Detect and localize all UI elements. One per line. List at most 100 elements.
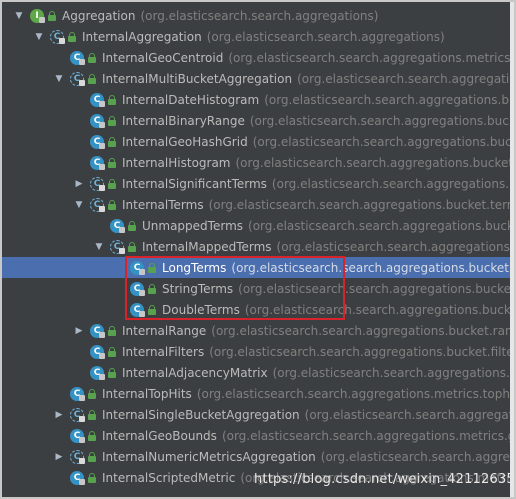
- package-name: (org.elasticsearch.search.aggregations): [206, 29, 445, 44]
- expand-arrow-down-icon[interactable]: ▼: [74, 199, 84, 211]
- expand-arrow-right-icon[interactable]: ▶: [74, 325, 84, 337]
- lock-icon: [99, 184, 105, 191]
- lock-icon: [79, 79, 85, 86]
- arrow-spacer: [54, 52, 64, 64]
- class-name: InternalAggregation: [82, 29, 202, 44]
- watermark-text: https://blog.csdn.net/weixin_42112635: [254, 472, 515, 487]
- lock-icon: [79, 436, 85, 443]
- class-name: InternalHistogram: [122, 155, 231, 170]
- tree-row[interactable]: C InternalGeoHashGrid (org.elasticsearch.s…: [0, 131, 510, 152]
- public-visibility-icon: [88, 451, 96, 462]
- expand-arrow-down-icon[interactable]: ▼: [54, 73, 64, 85]
- abstract-class-icon: C: [90, 176, 106, 192]
- abstract-class-icon: C: [70, 449, 86, 465]
- tree-row[interactable]: ▼ C InternalAggregation (org.elasticsearch.…: [0, 26, 510, 47]
- arrow-spacer: [114, 283, 124, 295]
- class-name: InternalDateHistogram: [122, 92, 260, 107]
- tree-row[interactable]: C StringTerms (org.elasticsearch.search.ag…: [0, 278, 510, 299]
- hierarchy-tree[interactable]: ▼ I Aggregation (org.elasticsearch.search.a…: [0, 0, 510, 499]
- tree-row[interactable]: ▶ C InternalSingleBucketAggregation (org.el…: [0, 404, 510, 425]
- public-visibility-icon: [88, 409, 96, 420]
- public-visibility-icon: [108, 367, 116, 378]
- expand-arrow-right-icon[interactable]: ▶: [54, 409, 64, 421]
- class-name: LongTerms: [162, 260, 227, 275]
- package-name: (org.elasticsearch.search.aggregations.b…: [231, 260, 510, 275]
- tree-row[interactable]: C InternalFilters (org.elasticsearch.searc…: [0, 341, 510, 362]
- class-name: InternalSignificantTerms: [122, 176, 267, 191]
- tree-row[interactable]: C InternalHistogram (org.elasticsearch.sea…: [0, 152, 510, 173]
- class-name: InternalMultiBucketAggregation: [102, 71, 293, 86]
- tree-row[interactable]: ▶ C InternalSignificantTerms (org.elasticse…: [0, 173, 510, 194]
- tree-row[interactable]: C InternalAdjacencyMatrix (org.elasticsear…: [0, 362, 510, 383]
- tree-row[interactable]: C InternalGeoCentroid (org.elasticsearch.s…: [0, 47, 510, 68]
- tree-row[interactable]: ▼ C InternalMappedTerms (org.elasticsearch.…: [0, 236, 510, 257]
- arrow-spacer: [114, 262, 124, 274]
- class-name: InternalSingleBucketAggregation: [102, 407, 300, 422]
- package-name: (org.elasticsearch.search.aggregations.b…: [244, 302, 510, 317]
- tree-row[interactable]: C DoubleTerms (org.elasticsearch.search.ag…: [0, 299, 510, 320]
- class-name: InternalGeoBounds: [102, 428, 217, 443]
- public-visibility-icon: [68, 31, 76, 42]
- abstract-class-icon: C: [70, 71, 86, 87]
- class-name: InternalFilters: [122, 344, 205, 359]
- lock-icon: [139, 310, 145, 317]
- public-visibility-icon: [88, 388, 96, 399]
- tree-row[interactable]: C InternalGeoBounds (org.elasticsearch.sea…: [0, 425, 510, 446]
- lock-icon: [139, 289, 145, 296]
- public-visibility-icon: [88, 73, 96, 84]
- tree-row[interactable]: C InternalDateHistogram (org.elasticsearch…: [0, 89, 510, 110]
- package-name: (org.elasticsearch.search.aggregations.m…: [228, 50, 510, 65]
- expand-arrow-right-icon[interactable]: ▶: [54, 451, 64, 463]
- tree-row[interactable]: C LongTerms (org.elasticsearch.search.aggr…: [0, 257, 510, 278]
- arrow-spacer: [54, 472, 64, 484]
- expand-arrow-down-icon[interactable]: ▼: [34, 31, 44, 43]
- class-name: InternalAdjacencyMatrix: [122, 365, 268, 380]
- package-name: (org.elasticsearch.search.aggregations.b…: [304, 407, 510, 422]
- tree-row[interactable]: ▶ C InternalRange (org.elasticsearch.search…: [0, 320, 510, 341]
- lock-icon: [99, 100, 105, 107]
- tree-row[interactable]: ▼ C InternalTerms (org.elasticsearch.search…: [0, 194, 510, 215]
- tree-row[interactable]: ▼ I Aggregation (org.elasticsearch.search.a…: [0, 5, 510, 26]
- class-name: InternalRange: [122, 323, 207, 338]
- class-name: InternalTopHits: [102, 386, 192, 401]
- class-name: InternalTerms: [122, 197, 204, 212]
- package-name: (org.elasticsearch.search.aggregations.m…: [221, 428, 510, 443]
- package-name: (org.elasticsearch.search.aggregations.m…: [196, 386, 510, 401]
- lock-icon: [79, 478, 85, 485]
- lock-icon: [79, 58, 85, 65]
- class-name: UnmappedTerms: [142, 218, 244, 233]
- expand-arrow-down-icon[interactable]: ▼: [14, 10, 24, 22]
- tree-row[interactable]: C UnmappedTerms (org.elasticsearch.search.…: [0, 215, 510, 236]
- lock-icon: [99, 163, 105, 170]
- tree-row[interactable]: C InternalBinaryRange (org.elasticsearch.s…: [0, 110, 510, 131]
- public-visibility-icon: [128, 241, 136, 252]
- lock-icon: [119, 247, 125, 254]
- interface-icon: I: [30, 8, 46, 24]
- public-visibility-icon: [108, 136, 116, 147]
- expand-arrow-down-icon[interactable]: ▼: [94, 241, 104, 253]
- tree-row[interactable]: ▼ C InternalMultiBucketAggregation (org.ela…: [0, 68, 510, 89]
- class-name: DoubleTerms: [162, 302, 240, 317]
- expand-arrow-right-icon[interactable]: ▶: [74, 178, 84, 190]
- public-visibility-icon: [88, 472, 96, 483]
- package-name: (org.elasticsearch.search.aggregations.b…: [252, 134, 510, 149]
- tree-row[interactable]: C InternalTopHits (org.elasticsearch.searc…: [0, 383, 510, 404]
- class-icon: C: [90, 155, 106, 171]
- class-icon: C: [130, 302, 146, 318]
- tree-row[interactable]: ▶ C InternalNumericMetricsAggregation (org.…: [0, 446, 510, 467]
- class-name: InternalMappedTerms: [142, 239, 272, 254]
- arrow-spacer: [94, 220, 104, 232]
- lock-icon: [99, 373, 105, 380]
- package-name: (org.elasticsearch.search.aggregations.m…: [320, 449, 510, 464]
- vertical-scrollbar[interactable]: [510, 0, 516, 499]
- package-name: (org.elasticsearch.search.aggregations): [297, 71, 510, 86]
- class-icon: C: [70, 470, 86, 486]
- class-icon: C: [130, 281, 146, 297]
- abstract-class-icon: C: [90, 197, 106, 213]
- arrow-spacer: [114, 304, 124, 316]
- lock-icon: [79, 415, 85, 422]
- package-name: (org.elasticsearch.search.aggregations): [140, 8, 379, 23]
- class-icon: C: [90, 344, 106, 360]
- class-name: InternalNumericMetricsAggregation: [102, 449, 316, 464]
- public-visibility-icon: [108, 94, 116, 105]
